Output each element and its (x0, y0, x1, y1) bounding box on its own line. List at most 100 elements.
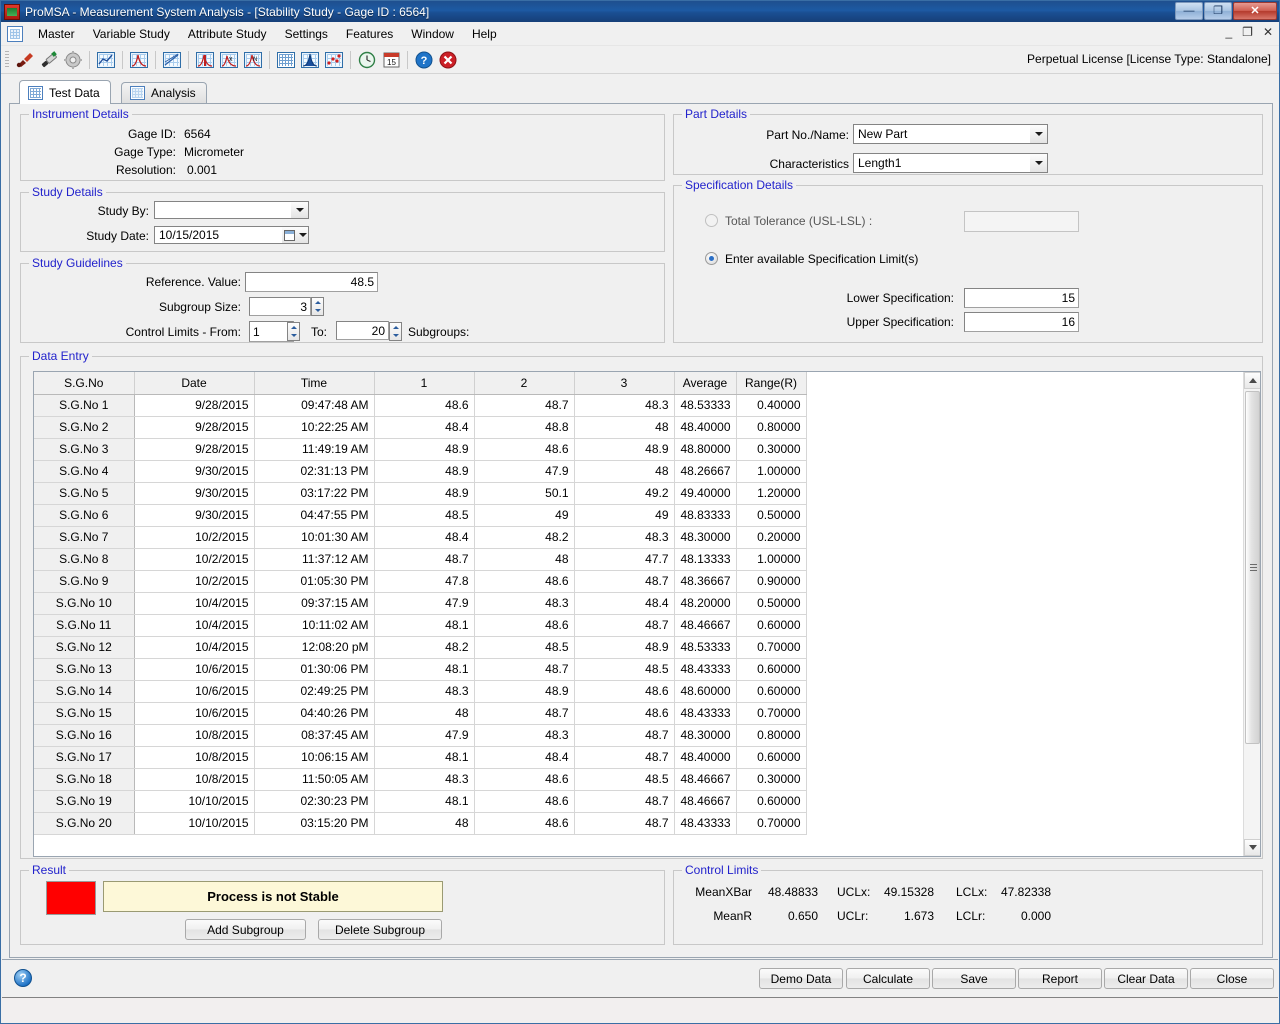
data-cell[interactable]: 0.70000 (736, 812, 806, 834)
data-cell[interactable]: 48.4 (374, 526, 474, 548)
data-cell[interactable]: 48.5 (574, 768, 674, 790)
data-cell[interactable]: 10/4/2015 (134, 614, 254, 636)
column-header-2[interactable]: 2 (474, 372, 574, 394)
data-cell[interactable]: 48.4 (574, 592, 674, 614)
characteristics-select[interactable]: Length1 (853, 153, 1048, 173)
data-cell[interactable]: 0.20000 (736, 526, 806, 548)
data-cell[interactable]: 48.46667 (674, 790, 736, 812)
row-label-cell[interactable]: S.G.No 16 (34, 724, 134, 746)
data-cell[interactable]: 10/8/2015 (134, 768, 254, 790)
data-cell[interactable]: 09:37:15 AM (254, 592, 374, 614)
table-row[interactable]: S.G.No 810/2/201511:37:12 AM48.74847.748… (34, 548, 806, 570)
data-cell[interactable]: 48.7 (574, 812, 674, 834)
data-cell[interactable]: 1.00000 (736, 548, 806, 570)
data-cell[interactable]: 01:05:30 PM (254, 570, 374, 592)
study-date-picker[interactable]: 10/15/2015 (154, 226, 309, 244)
table-row[interactable]: S.G.No 39/28/201511:49:19 AM48.948.648.9… (34, 438, 806, 460)
data-cell[interactable]: 10/10/2015 (134, 812, 254, 834)
data-cell[interactable]: 48.30000 (674, 526, 736, 548)
data-cell[interactable]: 49.2 (574, 482, 674, 504)
data-cell[interactable]: 47.9 (474, 460, 574, 482)
data-cell[interactable]: 02:49:25 PM (254, 680, 374, 702)
data-cell[interactable]: 0.50000 (736, 504, 806, 526)
data-cell[interactable]: 48.7 (374, 548, 474, 570)
data-cell[interactable]: 48.7 (574, 790, 674, 812)
data-cell[interactable]: 10/4/2015 (134, 636, 254, 658)
data-cell[interactable]: 9/30/2015 (134, 460, 254, 482)
data-cell[interactable]: 9/28/2015 (134, 394, 254, 416)
data-cell[interactable]: 48.9 (474, 680, 574, 702)
data-cell[interactable]: 48.4 (374, 416, 474, 438)
column-header-average[interactable]: Average (674, 372, 736, 394)
data-cell[interactable]: 10/8/2015 (134, 724, 254, 746)
data-cell[interactable]: 48.1 (374, 658, 474, 680)
row-label-cell[interactable]: S.G.No 7 (34, 526, 134, 548)
control-limits-to-stepper[interactable] (389, 322, 402, 341)
data-cell[interactable]: 04:47:55 PM (254, 504, 374, 526)
toolbar-grip[interactable] (5, 51, 9, 69)
data-cell[interactable]: 48.83333 (674, 504, 736, 526)
row-label-cell[interactable]: S.G.No 10 (34, 592, 134, 614)
data-cell[interactable]: 10/6/2015 (134, 702, 254, 724)
normal-curve-icon[interactable] (128, 49, 150, 71)
data-cell[interactable]: 0.60000 (736, 658, 806, 680)
data-cell[interactable]: 10/2/2015 (134, 548, 254, 570)
close-dialog-button[interactable]: Close (1190, 968, 1274, 989)
restore-button[interactable]: ❐ (1204, 2, 1232, 20)
data-cell[interactable]: 48.43333 (674, 658, 736, 680)
data-cell[interactable]: 0.80000 (736, 416, 806, 438)
data-cell[interactable]: 9/30/2015 (134, 482, 254, 504)
data-cell[interactable]: 48.53333 (674, 636, 736, 658)
row-label-cell[interactable]: S.G.No 11 (34, 614, 134, 636)
data-cell[interactable]: 10/2/2015 (134, 526, 254, 548)
chevron-down-icon-3[interactable] (1030, 154, 1047, 172)
data-cell[interactable]: 48.6 (474, 570, 574, 592)
data-cell[interactable]: 48.40000 (674, 746, 736, 768)
close-app-icon[interactable] (437, 49, 459, 71)
data-cell[interactable]: 0.60000 (736, 790, 806, 812)
data-grid-icon[interactable] (275, 49, 297, 71)
data-cell[interactable]: 48.9 (574, 438, 674, 460)
data-cell[interactable]: 48.9 (574, 636, 674, 658)
row-label-cell[interactable]: S.G.No 6 (34, 504, 134, 526)
tab-analysis[interactable]: Analysis (121, 82, 207, 103)
data-cell[interactable]: 48.6 (474, 614, 574, 636)
calculate-button[interactable]: Calculate (846, 968, 930, 989)
data-cell[interactable]: 48.7 (574, 724, 674, 746)
table-row[interactable]: S.G.No 1010/4/201509:37:15 AM47.948.348.… (34, 592, 806, 614)
scrollbar-thumb[interactable] (1245, 391, 1260, 744)
table-row[interactable]: S.G.No 710/2/201510:01:30 AM48.448.248.3… (34, 526, 806, 548)
data-cell[interactable]: 48.7 (574, 570, 674, 592)
data-cell[interactable]: 48.3 (574, 526, 674, 548)
data-cell[interactable]: 0.60000 (736, 746, 806, 768)
data-cell[interactable]: 09:47:48 AM (254, 394, 374, 416)
data-cell[interactable]: 48.1 (374, 790, 474, 812)
data-cell[interactable]: 49.40000 (674, 482, 736, 504)
data-cell[interactable]: 48.6 (474, 812, 574, 834)
menu-item-attribute-study[interactable]: Attribute Study (179, 24, 276, 44)
part-no-select[interactable]: New Part (853, 124, 1048, 144)
column-header-time[interactable]: Time (254, 372, 374, 394)
data-cell[interactable]: 48.5 (574, 658, 674, 680)
data-cell[interactable]: 48.46667 (674, 768, 736, 790)
row-label-cell[interactable]: S.G.No 12 (34, 636, 134, 658)
calibration-icon[interactable] (14, 49, 36, 71)
data-cell[interactable]: 48.9 (374, 482, 474, 504)
delete-subgroup-button[interactable]: Delete Subgroup (318, 919, 442, 940)
data-cell[interactable]: 47.8 (374, 570, 474, 592)
table-row[interactable]: S.G.No 1510/6/201504:40:26 PM4848.748.64… (34, 702, 806, 724)
add-subgroup-button[interactable]: Add Subgroup (185, 919, 306, 940)
row-label-cell[interactable]: S.G.No 17 (34, 746, 134, 768)
data-cell[interactable]: 48.6 (474, 768, 574, 790)
data-cell[interactable]: 48.43333 (674, 702, 736, 724)
data-cell[interactable]: 48 (374, 702, 474, 724)
data-cell[interactable]: 48.8 (474, 416, 574, 438)
subgroup-size-input[interactable] (249, 297, 311, 316)
control-limits-from-stepper[interactable] (287, 322, 300, 341)
report-button[interactable]: Report (1018, 968, 1102, 989)
row-label-cell[interactable]: S.G.No 20 (34, 812, 134, 834)
stepper-down-icon[interactable] (312, 307, 323, 316)
data-cell[interactable]: 48.40000 (674, 416, 736, 438)
data-cell[interactable]: 08:37:45 AM (254, 724, 374, 746)
data-cell[interactable]: 47.9 (374, 724, 474, 746)
